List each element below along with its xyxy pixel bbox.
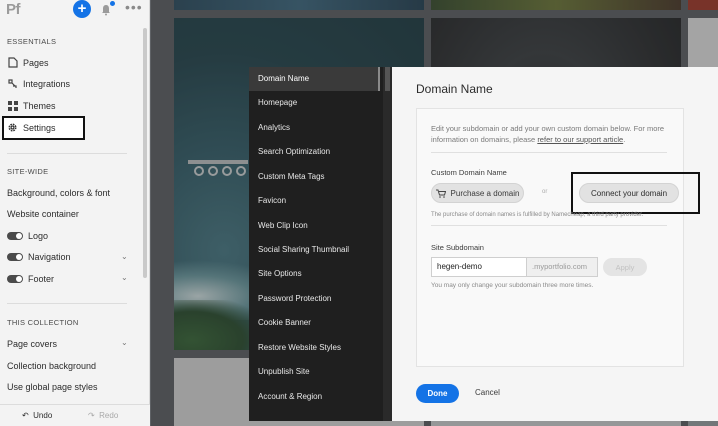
sidebar-item-label: Settings bbox=[23, 122, 56, 133]
settings-nav-restore-styles[interactable]: Restore Website Styles bbox=[249, 336, 380, 360]
settings-nav-social-thumbnail[interactable]: Social Sharing Thumbnail bbox=[249, 238, 380, 262]
section-title-essentials: ESSENTIALS bbox=[7, 37, 57, 46]
section-title-sitewide: SITE-WIDE bbox=[7, 167, 49, 176]
sidebar-item-website-container[interactable]: Website container bbox=[7, 209, 79, 219]
domain-card: Edit your subdomain or add your own cust… bbox=[416, 108, 700, 367]
redo-button[interactable]: ↷ Redo bbox=[88, 411, 118, 420]
sidebar-item-page-covers[interactable]: Page covers bbox=[7, 339, 57, 349]
toggle-label-logo: Logo bbox=[28, 231, 49, 241]
domain-settings-panel: Domain Name Edit your subdomain or add y… bbox=[392, 67, 718, 421]
settings-nav-unpublish[interactable]: Unpublish Site bbox=[249, 360, 380, 384]
add-button[interactable]: + bbox=[73, 0, 91, 18]
settings-nav-meta-tags[interactable]: Custom Meta Tags bbox=[249, 165, 380, 189]
chevron-down-icon[interactable]: ⌄ bbox=[121, 273, 128, 282]
subdomain-input[interactable]: hegen-demo bbox=[431, 257, 527, 277]
settings-nav-web-clip-icon[interactable]: Web Clip Icon bbox=[249, 214, 380, 238]
settings-nav-favicon[interactable]: Favicon bbox=[249, 189, 380, 213]
sidebar-item-label: Integrations bbox=[23, 78, 71, 89]
divider bbox=[431, 225, 667, 226]
sidebar-item-background[interactable]: Background, colors & font bbox=[7, 188, 110, 198]
cancel-button[interactable]: Cancel bbox=[475, 388, 500, 397]
integrations-icon bbox=[7, 78, 18, 89]
chevron-down-icon[interactable]: ⌄ bbox=[121, 252, 128, 261]
more-icon[interactable]: ••• bbox=[125, 0, 143, 15]
toggle-label-footer: Footer bbox=[28, 274, 55, 284]
settings-nav-homepage[interactable]: Homepage bbox=[249, 91, 380, 115]
cart-icon bbox=[435, 189, 446, 198]
sidebar-item-label: Pages bbox=[23, 57, 49, 68]
notification-dot bbox=[110, 1, 115, 6]
settings-nav-account-region[interactable]: Account & Region bbox=[249, 385, 380, 409]
undo-label: Undo bbox=[33, 411, 53, 420]
settings-nav-domain-name[interactable]: Domain Name bbox=[249, 67, 380, 91]
settings-nav-scrollbar[interactable] bbox=[383, 67, 392, 421]
navigation-toggle[interactable] bbox=[7, 253, 23, 261]
custom-domain-label: Custom Domain Name bbox=[431, 168, 507, 177]
subdomain-label: Site Subdomain bbox=[431, 243, 484, 252]
sidebar-item-settings[interactable]: Settings bbox=[0, 117, 140, 138]
apply-button[interactable]: Apply bbox=[603, 258, 647, 276]
domain-description: Edit your subdomain or add your own cust… bbox=[431, 123, 667, 145]
sidebar-item-global-styles[interactable]: Use global page styles bbox=[7, 382, 98, 392]
or-label: or bbox=[542, 189, 548, 195]
done-button[interactable]: Done bbox=[416, 384, 459, 403]
connect-domain-button[interactable]: Connect your domain bbox=[579, 183, 679, 203]
divider bbox=[431, 152, 667, 153]
undo-button[interactable]: ↶ Undo bbox=[22, 411, 52, 420]
panel-title: Domain Name bbox=[416, 82, 493, 96]
settings-nav-seo[interactable]: Search Optimization bbox=[249, 140, 380, 164]
sidebar-item-collection-background[interactable]: Collection background bbox=[7, 361, 96, 371]
divider bbox=[7, 303, 127, 304]
support-article-link[interactable]: refer to our support article bbox=[537, 135, 623, 144]
subdomain-suffix: .myportfolio.com bbox=[527, 257, 598, 277]
chevron-down-icon[interactable]: ⌄ bbox=[121, 338, 128, 347]
sidebar-item-pages[interactable]: Pages bbox=[0, 52, 140, 73]
settings-nav-password[interactable]: Password Protection bbox=[249, 287, 380, 311]
left-panel: Pf + ••• ESSENTIALS Pages Integrations T… bbox=[0, 0, 150, 426]
themes-icon bbox=[7, 100, 18, 111]
logo-toggle[interactable] bbox=[7, 232, 23, 240]
sidebar-scrollbar[interactable] bbox=[143, 28, 147, 278]
settings-nav-site-options[interactable]: Site Options bbox=[249, 262, 380, 286]
divider bbox=[7, 153, 127, 154]
redo-label: Redo bbox=[99, 411, 119, 420]
purchase-note: The purchase of domain names is fulfille… bbox=[431, 212, 644, 218]
app-logo: Pf bbox=[6, 1, 21, 18]
footer-toggle[interactable] bbox=[7, 275, 23, 283]
description-end: . bbox=[623, 135, 626, 144]
sidebar-item-integrations[interactable]: Integrations bbox=[0, 73, 140, 94]
settings-nav: Domain Name Homepage Analytics Search Op… bbox=[249, 67, 392, 421]
sidebar-item-label: Themes bbox=[23, 100, 56, 111]
toggle-label-navigation: Navigation bbox=[28, 252, 71, 262]
purchase-domain-button[interactable]: Purchase a domain bbox=[431, 183, 524, 203]
section-title-collection: THIS COLLECTION bbox=[7, 318, 79, 327]
history-bar: ↶ Undo ↷ Redo bbox=[0, 404, 150, 426]
sidebar-item-themes[interactable]: Themes bbox=[0, 95, 140, 116]
settings-nav-analytics[interactable]: Analytics bbox=[249, 116, 380, 140]
settings-nav-cookie-banner[interactable]: Cookie Banner bbox=[249, 311, 380, 335]
panel-header: Pf + ••• bbox=[0, 0, 150, 22]
pages-icon bbox=[7, 57, 18, 68]
subdomain-change-note: You may only change your subdomain three… bbox=[431, 282, 594, 289]
gear-icon bbox=[7, 122, 18, 133]
purchase-domain-label: Purchase a domain bbox=[450, 188, 520, 198]
